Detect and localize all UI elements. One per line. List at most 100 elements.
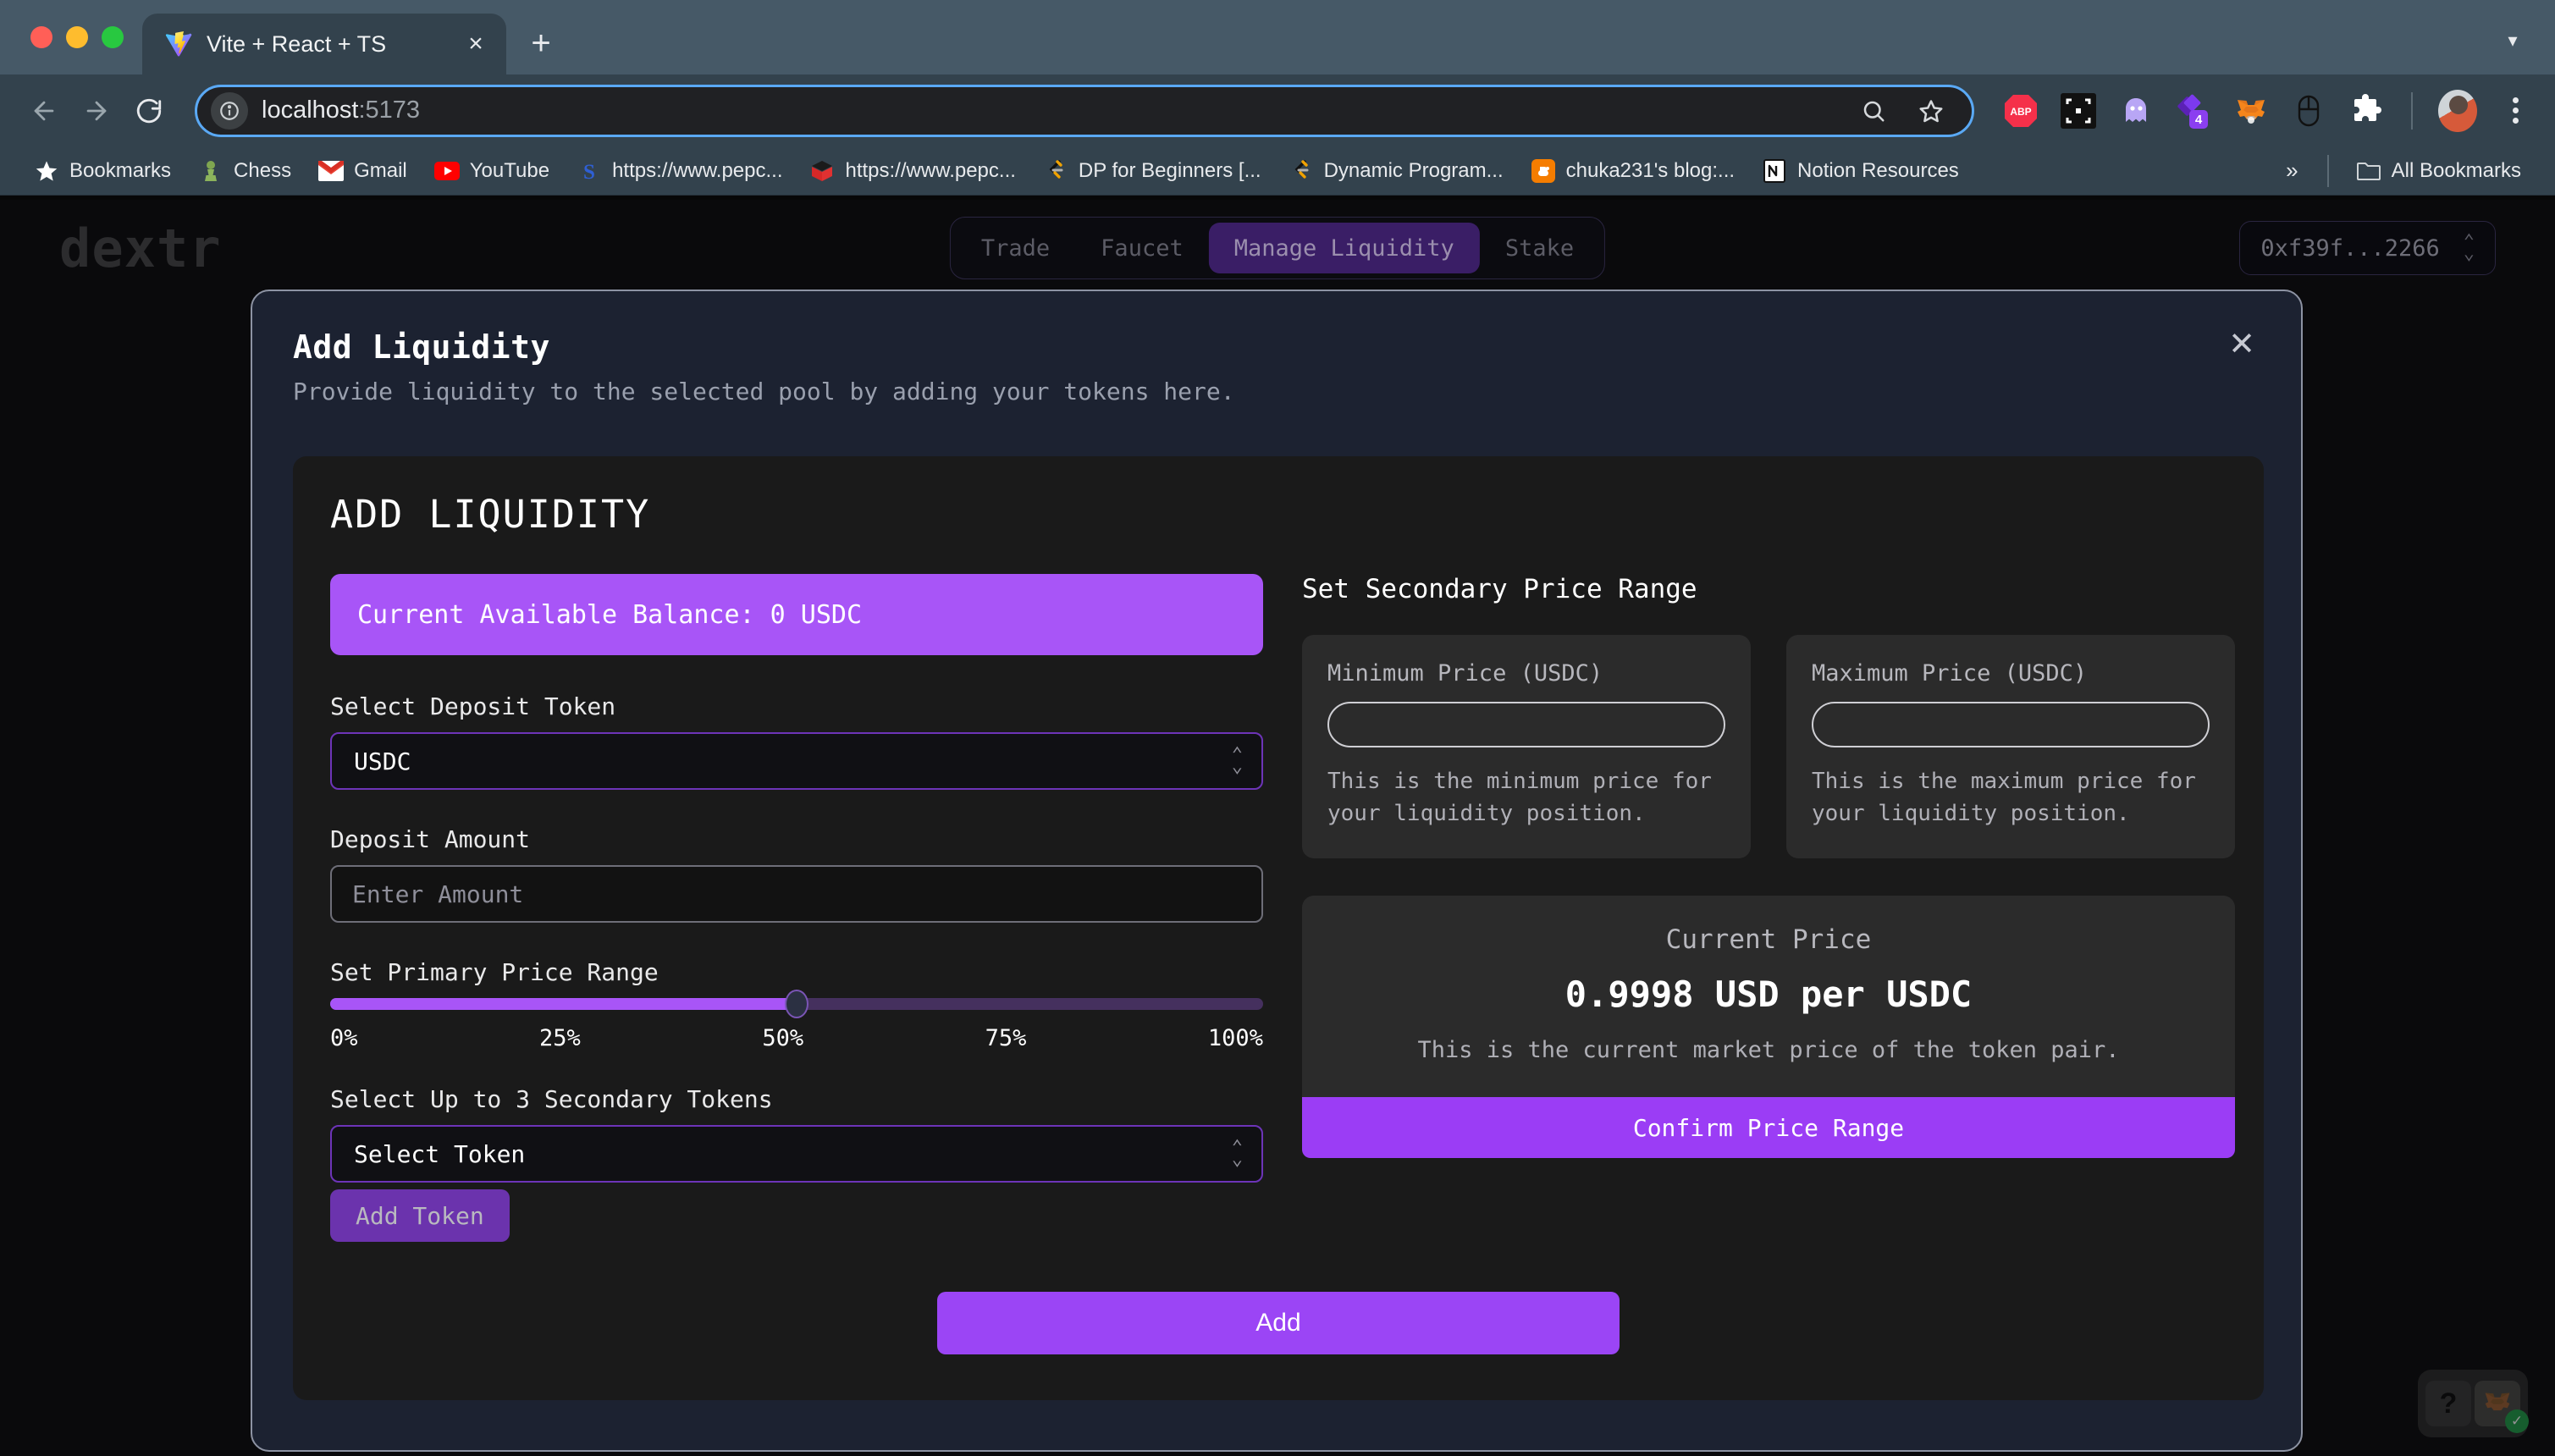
slider-ticks: 0% 25% 50% 75% 100% [330, 1025, 1263, 1051]
reload-button[interactable] [125, 87, 173, 135]
stripe-s-icon: S [577, 158, 602, 184]
deposit-token-select[interactable]: USDC ⌃ ⌄ [330, 732, 1263, 790]
bookmark-item-dynamic-programming[interactable]: Dynamic Program... [1275, 152, 1517, 190]
deposit-amount-input[interactable]: Enter Amount [330, 865, 1263, 923]
add-liquidity-card: ADD LIQUIDITY Current Available Balance:… [293, 456, 2264, 1400]
help-question-icon[interactable]: ? [2425, 1381, 2471, 1426]
new-tab-button[interactable]: + [516, 19, 566, 68]
right-column: Set Secondary Price Range Minimum Price … [1302, 574, 2235, 1242]
deposit-amount-placeholder: Enter Amount [352, 880, 524, 908]
secondary-price-range-title: Set Secondary Price Range [1302, 574, 1697, 604]
price-range-inputs: Minimum Price (USDC) This is the minimum… [1302, 635, 2235, 859]
all-bookmarks-button[interactable]: All Bookmarks [2343, 152, 2535, 190]
bookmark-item-pepc-2[interactable]: https://www.pepc... [796, 152, 1029, 190]
bookmark-label: https://www.pepc... [845, 158, 1016, 182]
confirm-price-range-button[interactable]: Confirm Price Range [1302, 1097, 2235, 1159]
mouse-extension-icon[interactable] [2289, 91, 2328, 130]
bookmark-label: Bookmarks [69, 158, 172, 182]
metamask-fox-icon[interactable] [2232, 91, 2271, 130]
bookmark-label: Gmail [354, 158, 407, 182]
minimum-price-hint: This is the minimum price for your liqui… [1327, 769, 1712, 826]
bookmark-item-youtube[interactable]: YouTube [421, 152, 563, 190]
address-bar[interactable]: localhost:5173 [195, 84, 1974, 137]
chevron-updown-icon: ⌃ ⌄ [1231, 744, 1243, 777]
minimize-window-button[interactable] [66, 26, 88, 48]
close-window-button[interactable] [30, 26, 52, 48]
slider-thumb[interactable] [785, 990, 808, 1018]
wallet-help-widget[interactable]: ? ✓ [2418, 1370, 2529, 1437]
bookmark-label: Notion Resources [1797, 158, 1959, 182]
forward-button[interactable] [73, 87, 120, 135]
primary-price-range-group: Set Primary Price Range 0% 25% 50% 75% 1… [330, 958, 1263, 1051]
submit-add-button[interactable]: Add [937, 1292, 1620, 1354]
bookmark-item-dp-beginners[interactable]: DP for Beginners [... [1029, 152, 1275, 190]
connected-check-icon: ✓ [2505, 1409, 2529, 1433]
bookmark-label: chuka231's blog:... [1565, 158, 1736, 182]
tab-title: Vite + React + TS [207, 30, 387, 57]
slider-tick: 75% [985, 1025, 1027, 1051]
svg-text:S: S [583, 161, 595, 183]
ghostery-icon[interactable] [2116, 91, 2155, 130]
browser-tab[interactable]: Vite + React + TS × [142, 14, 506, 74]
bookmark-item-bookmarks[interactable]: Bookmarks [20, 152, 185, 190]
bookmark-item-gmail[interactable]: Gmail [305, 152, 421, 190]
site-info-icon[interactable] [211, 91, 248, 130]
svg-text:4: 4 [2195, 113, 2203, 127]
bookmark-item-notion[interactable]: Notion Resources [1748, 152, 1973, 190]
bookmark-star-icon[interactable] [1909, 89, 1953, 133]
red-cube-icon [809, 158, 835, 184]
search-icon[interactable] [1851, 89, 1896, 133]
maximize-window-button[interactable] [102, 26, 124, 48]
primary-price-range-label: Set Primary Price Range [330, 958, 659, 986]
nav-tab-faucet[interactable]: Faucet [1075, 223, 1209, 273]
close-modal-button[interactable]: ✕ [2218, 320, 2265, 367]
minimum-price-card: Minimum Price (USDC) This is the minimum… [1302, 635, 1751, 859]
primary-price-range-slider[interactable] [330, 990, 1263, 1018]
card-columns: Current Available Balance: 0 USDC Select… [330, 574, 2235, 1242]
extensions-puzzle-icon[interactable] [2347, 91, 2386, 130]
avatar[interactable] [2438, 89, 2477, 132]
purple-extension-icon[interactable]: 4 [2174, 91, 2213, 130]
slider-fill [330, 998, 797, 1010]
vite-logo-icon [164, 30, 193, 58]
wallet-address-selector[interactable]: 0xf39f...2266 ⌃ ⌄ [2239, 221, 2496, 275]
app-logo[interactable]: dextr [59, 218, 222, 279]
available-balance-banner: Current Available Balance: 0 USDC [330, 574, 1263, 655]
back-button[interactable] [20, 87, 68, 135]
tab-strip: Vite + React + TS × + ▾ [0, 0, 2555, 74]
minimum-price-label: Minimum Price (USDC) [1327, 660, 1603, 687]
nav-tab-manage-liquidity[interactable]: Manage Liquidity [1208, 223, 1480, 273]
chevron-down-icon[interactable]: ▾ [2491, 19, 2535, 63]
add-token-button[interactable]: Add Token [330, 1189, 510, 1242]
kebab-menu-icon[interactable] [2496, 91, 2535, 130]
current-price-card: Current Price 0.9998 USD per USDC This i… [1302, 896, 2235, 1098]
metamask-fox-icon[interactable]: ✓ [2475, 1381, 2529, 1433]
svg-text:ABP: ABP [2010, 106, 2031, 118]
app-header: dextr Trade Faucet Manage Liquidity Stak… [0, 212, 2555, 284]
deposit-token-label: Select Deposit Token [330, 692, 616, 720]
adblock-plus-icon[interactable]: ABP [2001, 91, 2040, 130]
modal-subtitle: Provide liquidity to the selected pool b… [293, 378, 1235, 405]
bookmarks-overflow-button[interactable]: » [2271, 157, 2313, 184]
slider-tick: 0% [330, 1025, 358, 1051]
secondary-token-value: Select Token [354, 1139, 526, 1168]
secondary-token-select[interactable]: Select Token ⌃ ⌄ [330, 1125, 1263, 1183]
browser-toolbar: localhost:5173 ABP 4 [0, 74, 2555, 146]
minimum-price-input[interactable] [1327, 702, 1725, 747]
bookmark-item-pepc-1[interactable]: S https://www.pepc... [563, 152, 796, 190]
blogger-icon [1531, 158, 1556, 184]
close-tab-button[interactable]: × [459, 27, 493, 61]
bookmark-item-chuka-blog[interactable]: chuka231's blog:... [1517, 152, 1748, 190]
nav-tab-trade[interactable]: Trade [956, 223, 1075, 273]
leetcode-icon [1289, 158, 1314, 184]
url-host: localhost [262, 97, 359, 124]
nav-tab-stake[interactable]: Stake [1480, 223, 1599, 273]
bookmark-label: Dynamic Program... [1323, 158, 1504, 182]
slider-tick: 50% [762, 1025, 804, 1051]
chevron-updown-icon: ⌃ ⌄ [1231, 1137, 1243, 1170]
screenshot-crop-icon[interactable] [2059, 91, 2098, 130]
web-page: dextr Trade Faucet Manage Liquidity Stak… [0, 200, 2555, 1456]
bookmark-item-chess[interactable]: Chess [185, 152, 305, 190]
maximum-price-input[interactable] [1812, 702, 2210, 747]
current-price-panel: Current Price 0.9998 USD per USDC This i… [1302, 896, 2235, 1159]
